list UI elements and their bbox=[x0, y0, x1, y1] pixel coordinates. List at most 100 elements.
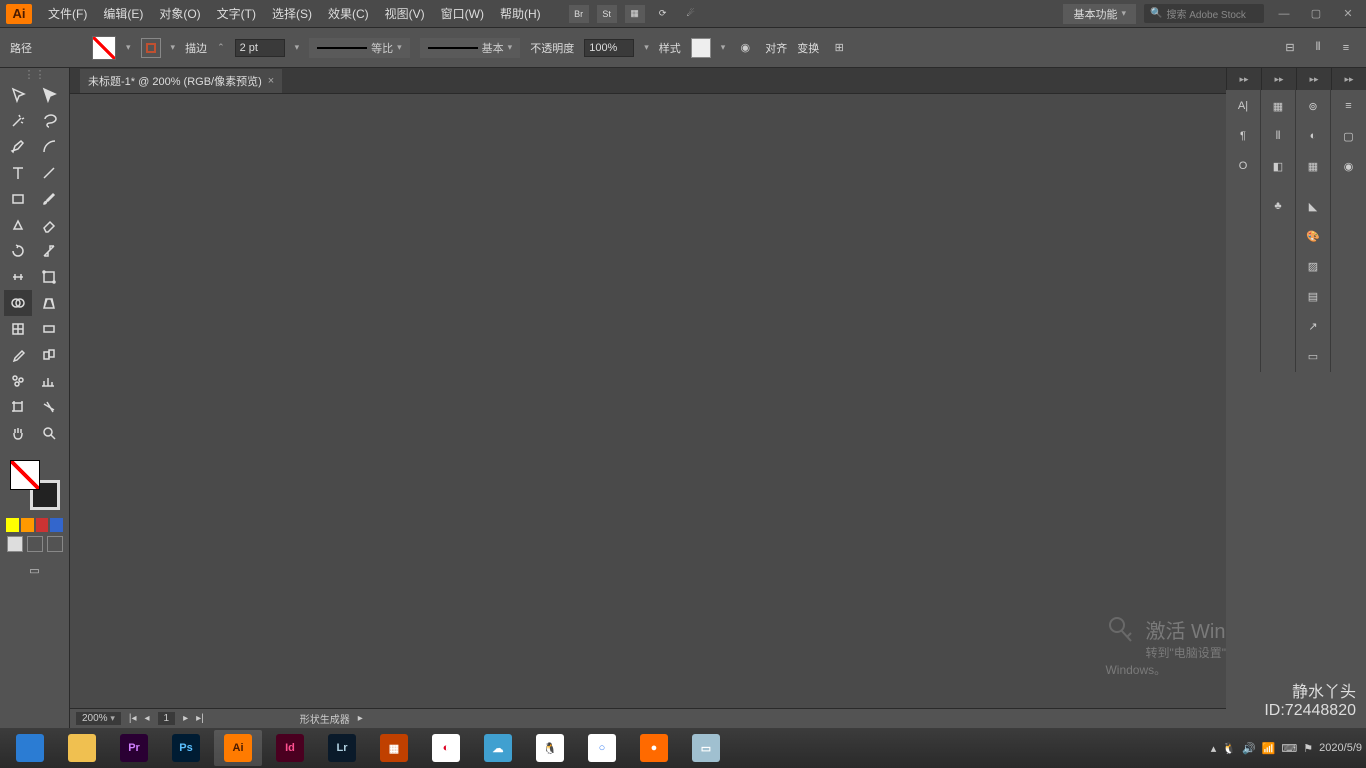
taskbar-app-6[interactable]: Lr bbox=[318, 730, 366, 766]
symbol-sprayer-tool[interactable] bbox=[4, 368, 32, 394]
brushes-panel-icon[interactable]: ◐ bbox=[1297, 122, 1329, 150]
nav-prev-icon[interactable]: ◂ bbox=[145, 713, 150, 724]
layers-panel-icon[interactable]: ▤ bbox=[1297, 282, 1329, 310]
selection-tool[interactable] bbox=[4, 82, 32, 108]
tray-up-icon[interactable]: ▴ bbox=[1211, 742, 1217, 755]
stroke-weight-down-icon[interactable]: ⌃ bbox=[217, 42, 225, 53]
draw-behind-icon[interactable] bbox=[27, 536, 43, 552]
taskbar-app-2[interactable]: Pr bbox=[110, 730, 158, 766]
paintbrush-tool[interactable] bbox=[35, 186, 63, 212]
links-panel-icon[interactable]: ↗ bbox=[1297, 312, 1329, 340]
nav-first-icon[interactable]: |◂ bbox=[129, 713, 137, 724]
workspace-switcher[interactable]: 基本功能▾ bbox=[1063, 4, 1136, 24]
gpu-icon[interactable]: ⟳ bbox=[653, 5, 673, 23]
taskbar-app-4[interactable]: Ai bbox=[214, 730, 262, 766]
status-dropdown-icon[interactable]: ▸ bbox=[358, 713, 363, 724]
maximize-icon[interactable]: ▢ bbox=[1304, 5, 1328, 23]
zoom-tool[interactable] bbox=[35, 420, 63, 446]
zoom-select[interactable]: 200% ▾ bbox=[76, 712, 121, 725]
tray-flag-icon[interactable]: ⚑ bbox=[1303, 742, 1313, 755]
taskbar-app-3[interactable]: Ps bbox=[162, 730, 210, 766]
type-tool[interactable] bbox=[4, 160, 32, 186]
eraser-tool[interactable] bbox=[35, 212, 63, 238]
shape-panel-icon[interactable]: ◣ bbox=[1297, 192, 1329, 220]
minimize-icon[interactable]: — bbox=[1272, 5, 1296, 23]
close-icon[interactable]: ✕ bbox=[1336, 5, 1360, 23]
search-input[interactable]: 🔍搜索 Adobe Stock bbox=[1144, 4, 1264, 23]
rotate-tool[interactable] bbox=[4, 238, 32, 264]
align-panel-icon2[interactable]: ⫴ bbox=[1262, 122, 1294, 150]
taskbar-app-8[interactable]: ◐ bbox=[422, 730, 470, 766]
paragraph-panel-icon[interactable]: ¶ bbox=[1227, 122, 1259, 150]
character-panel-icon[interactable]: A| bbox=[1227, 92, 1259, 120]
pathfinder-panel-icon[interactable]: ◧ bbox=[1262, 152, 1294, 180]
fill-dropdown-icon[interactable]: ▾ bbox=[126, 42, 131, 53]
menu-view[interactable]: 视图(V) bbox=[377, 5, 433, 22]
hand-tool[interactable] bbox=[4, 420, 32, 446]
fill-stroke-indicator[interactable] bbox=[10, 460, 60, 510]
gradient-tool[interactable] bbox=[35, 316, 63, 342]
rectangle-tool[interactable] bbox=[4, 186, 32, 212]
color-swatch[interactable] bbox=[21, 518, 34, 532]
slice-tool[interactable] bbox=[35, 394, 63, 420]
transform-panel-icon[interactable]: ▦ bbox=[1262, 92, 1294, 120]
nav-last-icon[interactable]: ▸| bbox=[196, 713, 204, 724]
stock-icon[interactable]: St bbox=[597, 5, 617, 23]
color-swatch[interactable] bbox=[50, 518, 63, 532]
eyedropper-tool[interactable] bbox=[4, 342, 32, 368]
menu-type[interactable]: 文字(T) bbox=[209, 5, 264, 22]
taskbar-time[interactable]: 2020/5/9 bbox=[1319, 742, 1362, 754]
mesh-tool[interactable] bbox=[4, 316, 32, 342]
curvature-tool[interactable] bbox=[35, 134, 63, 160]
brush-dropdown[interactable]: 基本▾ bbox=[420, 38, 521, 58]
menu-object[interactable]: 对象(O) bbox=[151, 5, 208, 22]
free-transform-tool[interactable] bbox=[35, 264, 63, 290]
document-tab[interactable]: 未标题-1* @ 200% (RGB/像素预览) × bbox=[80, 69, 282, 93]
appearance-panel-icon[interactable]: ◉ bbox=[1333, 152, 1365, 180]
recolor-icon[interactable]: ◉ bbox=[735, 38, 755, 58]
tray-volume-icon[interactable]: 🔊 bbox=[1242, 742, 1256, 755]
stroke-weight-dropdown-icon[interactable]: ▾ bbox=[295, 42, 300, 53]
draw-normal-icon[interactable] bbox=[7, 536, 23, 552]
direct-selection-tool[interactable] bbox=[35, 82, 63, 108]
stroke-weight-input[interactable] bbox=[235, 39, 285, 57]
fill-swatch[interactable] bbox=[92, 36, 116, 60]
panel-menu-icon[interactable]: ≡ bbox=[1336, 38, 1356, 58]
properties-panel-icon[interactable]: ≡ bbox=[1333, 92, 1365, 120]
artboard-tool[interactable] bbox=[4, 394, 32, 420]
tray-network-icon[interactable]: 📶 bbox=[1262, 742, 1276, 755]
menu-edit[interactable]: 编辑(E) bbox=[95, 5, 151, 22]
nav-next-icon[interactable]: ▸ bbox=[183, 713, 188, 724]
scale-tool[interactable] bbox=[35, 238, 63, 264]
menu-help[interactable]: 帮助(H) bbox=[492, 5, 549, 22]
line-tool[interactable] bbox=[35, 160, 63, 186]
align-label[interactable]: 对齐 bbox=[765, 40, 787, 56]
arrange-docs-icon[interactable]: ▦ bbox=[625, 5, 645, 23]
tray-qq-icon[interactable]: 🐧 bbox=[1222, 742, 1236, 755]
align-panel-icon[interactable]: ⫴ bbox=[1308, 38, 1328, 58]
shaper-tool[interactable] bbox=[4, 212, 32, 238]
taskbar-app-7[interactable]: ▦ bbox=[370, 730, 418, 766]
taskbar-app-5[interactable]: Id bbox=[266, 730, 314, 766]
gradient-panel-icon[interactable]: ▨ bbox=[1297, 252, 1329, 280]
tab-close-icon[interactable]: × bbox=[268, 75, 274, 87]
taskbar-app-12[interactable]: ● bbox=[630, 730, 678, 766]
menu-file[interactable]: 文件(F) bbox=[40, 5, 95, 22]
tray-ime-icon[interactable]: ⌨ bbox=[1281, 742, 1297, 755]
fill-indicator[interactable] bbox=[10, 460, 40, 490]
stroke-swatch[interactable] bbox=[141, 38, 161, 58]
isolate-icon[interactable]: ⊟ bbox=[1280, 38, 1300, 58]
width-tool[interactable] bbox=[4, 264, 32, 290]
taskbar-app-0[interactable] bbox=[6, 730, 54, 766]
taskbar-app-9[interactable]: ☁ bbox=[474, 730, 522, 766]
draw-inside-icon[interactable] bbox=[47, 536, 63, 552]
opentype-panel-icon[interactable]: O bbox=[1227, 152, 1259, 180]
menu-window[interactable]: 窗口(W) bbox=[433, 5, 492, 22]
bridge-icon[interactable]: Br bbox=[569, 5, 589, 23]
opacity-input[interactable] bbox=[584, 39, 634, 57]
color-swatch[interactable] bbox=[6, 518, 19, 532]
transform-label[interactable]: 变换 bbox=[797, 40, 819, 56]
symbols-panel-icon[interactable]: ♣ bbox=[1262, 192, 1294, 220]
cc-libraries-icon[interactable]: ⊚ bbox=[1297, 92, 1329, 120]
panel-tab-expand-4[interactable]: ▸▸ bbox=[1331, 68, 1366, 90]
